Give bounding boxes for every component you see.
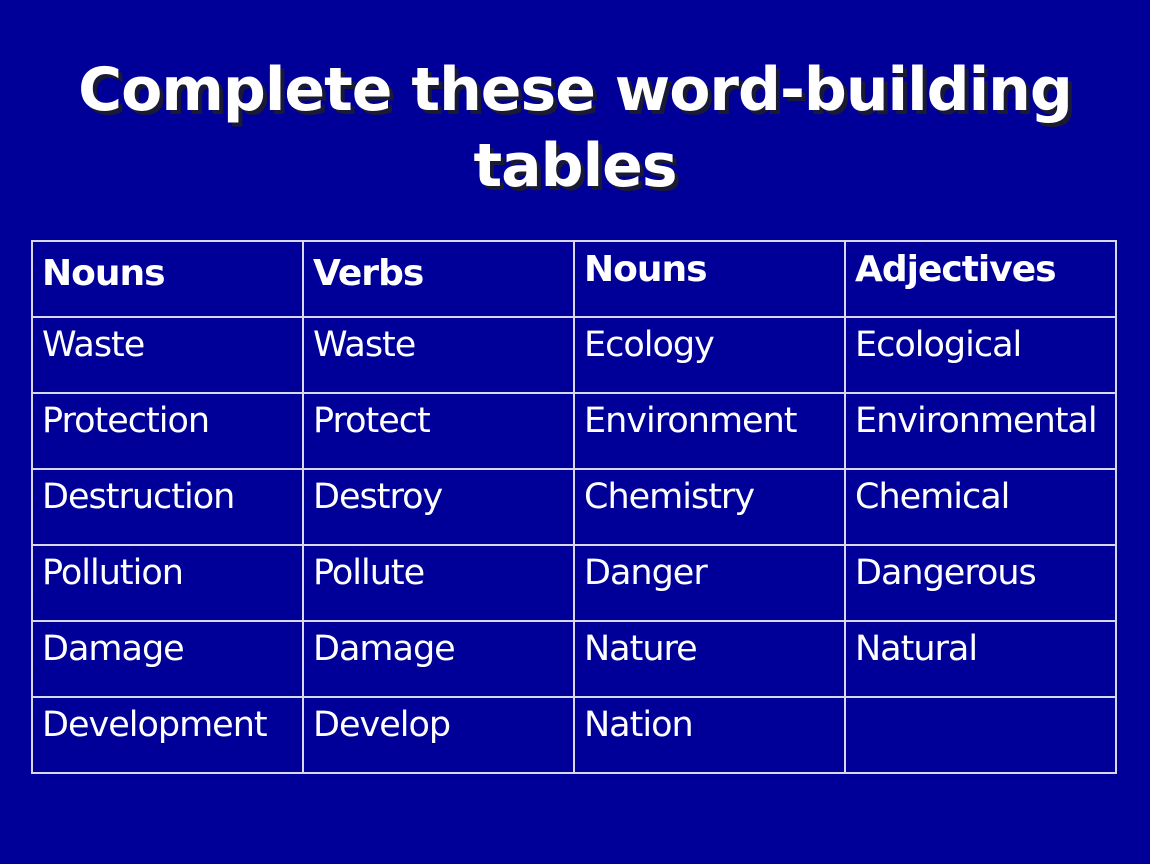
table-cell: Protection — [31, 392, 304, 470]
slide-title-line-1: Complete these word-building — [78, 55, 1073, 125]
table-cell: Natural — [844, 620, 1117, 698]
table-cell: Chemical — [844, 468, 1117, 546]
slide-title-line-2: tables — [473, 131, 677, 201]
table-cell: Nature — [573, 620, 846, 698]
table-cell: Chemistry — [573, 468, 846, 546]
header-verbs: Verbs — [302, 240, 575, 318]
table-cell: Waste — [31, 316, 304, 394]
table-cell: Nation — [573, 696, 846, 774]
header-adjectives: Adjectives — [844, 240, 1117, 318]
table-cell: Develop — [302, 696, 575, 774]
word-building-table: Nouns Verbs Nouns Adjectives Waste Waste… — [31, 240, 1117, 774]
table-row: Pollution Pollute Danger Dangerous — [31, 544, 1117, 622]
table-cell: Pollution — [31, 544, 304, 622]
header-nouns: Nouns — [31, 240, 304, 318]
table-cell: Waste — [302, 316, 575, 394]
table-cell: Environmental — [844, 392, 1117, 470]
table-row: Protection Protect Environment Environme… — [31, 392, 1117, 470]
table-cell: Development — [31, 696, 304, 774]
table-cell-empty — [844, 696, 1117, 774]
slide-title: Complete these word-building tables — [0, 52, 1150, 204]
table-cell: Ecological — [844, 316, 1117, 394]
table-cell: Environment — [573, 392, 846, 470]
table-cell: Damage — [31, 620, 304, 698]
table-row: Waste Waste Ecology Ecological — [31, 316, 1117, 394]
table-cell: Damage — [302, 620, 575, 698]
header-nouns-2: Nouns — [573, 240, 846, 318]
table-header-row: Nouns Verbs Nouns Adjectives — [31, 240, 1117, 318]
table-cell: Destruction — [31, 468, 304, 546]
table-cell: Dangerous — [844, 544, 1117, 622]
table-cell: Pollute — [302, 544, 575, 622]
table-row: Destruction Destroy Chemistry Chemical — [31, 468, 1117, 546]
table-row: Development Develop Nation — [31, 696, 1117, 774]
table-cell: Ecology — [573, 316, 846, 394]
table-cell: Danger — [573, 544, 846, 622]
table-cell: Protect — [302, 392, 575, 470]
table-cell: Destroy — [302, 468, 575, 546]
table-row: Damage Damage Nature Natural — [31, 620, 1117, 698]
